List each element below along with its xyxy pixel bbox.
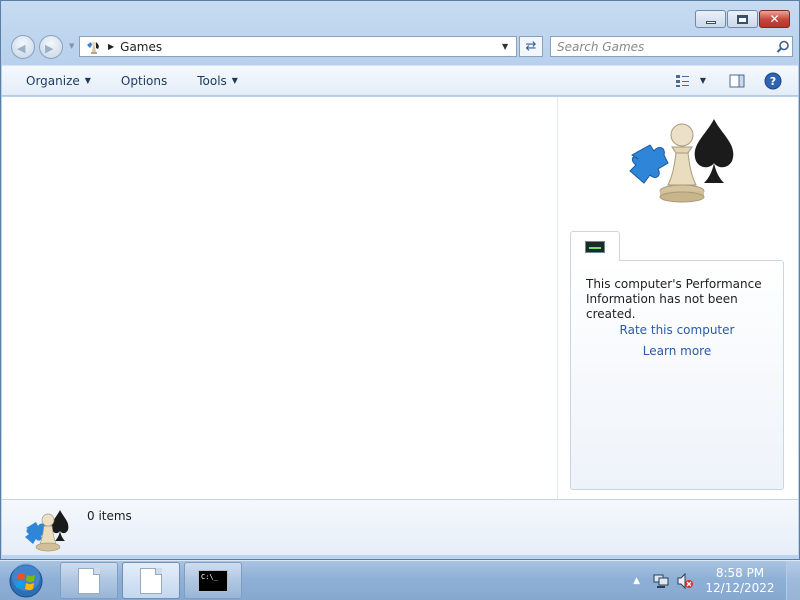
chevron-down-icon: ▼: [84, 76, 91, 85]
search-icon[interactable]: [774, 38, 792, 56]
preview-pane-button[interactable]: [726, 70, 748, 92]
recent-pages-dropdown[interactable]: ▼: [69, 42, 74, 50]
preview-pane: This computer's Performance Information …: [557, 97, 798, 499]
search-input[interactable]: [551, 39, 774, 54]
performance-message: This computer's Performance Information …: [586, 277, 762, 321]
back-button[interactable]: ◀: [11, 35, 35, 59]
forward-button[interactable]: ▶: [39, 35, 63, 59]
close-icon: ✕: [769, 12, 780, 26]
clock-time: 8:58 PM: [715, 566, 765, 580]
change-view-button[interactable]: [672, 70, 694, 92]
refresh-button[interactable]: ⇄: [519, 36, 543, 57]
volume-muted-icon[interactable]: [676, 572, 694, 590]
games-folder-icon: [84, 39, 102, 55]
details-pane: 0 items: [2, 499, 798, 555]
taskbar-item-document-2[interactable]: [122, 562, 180, 599]
learn-more-link[interactable]: Learn more: [571, 344, 783, 358]
close-button[interactable]: ✕: [759, 10, 790, 28]
minimize-icon: [705, 20, 716, 24]
forward-arrow-icon: ▶: [45, 42, 54, 55]
breadcrumb-games[interactable]: Games: [120, 40, 502, 54]
taskbar: C:\_ ▲ 8:58 PM 12/12/2022: [0, 560, 800, 600]
document-icon: [78, 567, 100, 594]
minimize-button[interactable]: [695, 10, 726, 28]
clock-date: 12/12/2022: [705, 581, 775, 595]
caption-buttons: ✕: [695, 10, 790, 28]
options-button[interactable]: Options: [101, 66, 177, 95]
tools-menu[interactable]: Tools ▼: [177, 66, 248, 95]
document-icon: [140, 567, 162, 594]
start-button[interactable]: [4, 562, 48, 600]
show-desktop-button[interactable]: [786, 561, 800, 600]
help-icon: ?: [764, 72, 782, 89]
explorer-window: ✕ ◀ ▶ ▼ ▶ Games ▼ ⇄ Search Games Organiz…: [0, 0, 800, 560]
address-dropdown-icon[interactable]: ▼: [502, 42, 516, 51]
system-tray: ▲ 8:58 PM 12/12/2022: [633, 561, 800, 600]
performance-monitor-icon: [585, 240, 605, 253]
svg-text:?: ?: [770, 75, 776, 88]
file-list-area[interactable]: [8, 97, 556, 499]
network-icon[interactable]: [652, 572, 670, 590]
organize-label: Organize: [26, 73, 80, 88]
command-prompt-icon: C:\_: [198, 569, 228, 592]
view-options-dropdown-icon[interactable]: ▼: [700, 76, 706, 85]
address-bar[interactable]: ▶ Games ▼: [79, 36, 517, 57]
maximize-button[interactable]: [727, 10, 758, 28]
performance-tab[interactable]: [570, 231, 620, 261]
search-box[interactable]: [550, 36, 793, 57]
refresh-icon: ⇄: [525, 39, 537, 54]
view-details-icon: [675, 74, 689, 87]
item-count: 0 items: [87, 509, 132, 523]
taskbar-item-document-1[interactable]: [60, 562, 118, 599]
show-hidden-icons-button[interactable]: ▲: [633, 576, 640, 586]
windows-start-icon: [9, 563, 43, 598]
options-label: Options: [120, 73, 168, 88]
tools-label: Tools: [197, 73, 227, 88]
rate-this-computer-link[interactable]: Rate this computer: [571, 323, 783, 337]
help-button[interactable]: ?: [762, 70, 784, 92]
view-tools: ▼ ?: [672, 70, 798, 92]
games-folder-large-icon: [25, 510, 69, 552]
preview-pane-icon: [729, 74, 745, 87]
breadcrumb-separator-icon[interactable]: ▶: [108, 42, 114, 51]
back-arrow-icon: ◀: [17, 42, 26, 55]
organize-menu[interactable]: Organize ▼: [2, 66, 101, 95]
navigation-bar: ◀ ▶ ▼ ▶ Games ▼ ⇄: [9, 34, 793, 60]
clock[interactable]: 8:58 PM 12/12/2022: [700, 566, 780, 596]
maximize-icon: [737, 14, 748, 24]
performance-panel: This computer's Performance Information …: [570, 260, 784, 490]
games-explorer-icon: [629, 119, 734, 203]
taskbar-item-command-prompt[interactable]: C:\_: [184, 562, 242, 599]
chevron-down-icon: ▼: [231, 76, 238, 85]
content-area: This computer's Performance Information …: [2, 97, 798, 499]
command-bar: Organize ▼ Options Tools ▼ ▼ ?: [2, 65, 798, 96]
